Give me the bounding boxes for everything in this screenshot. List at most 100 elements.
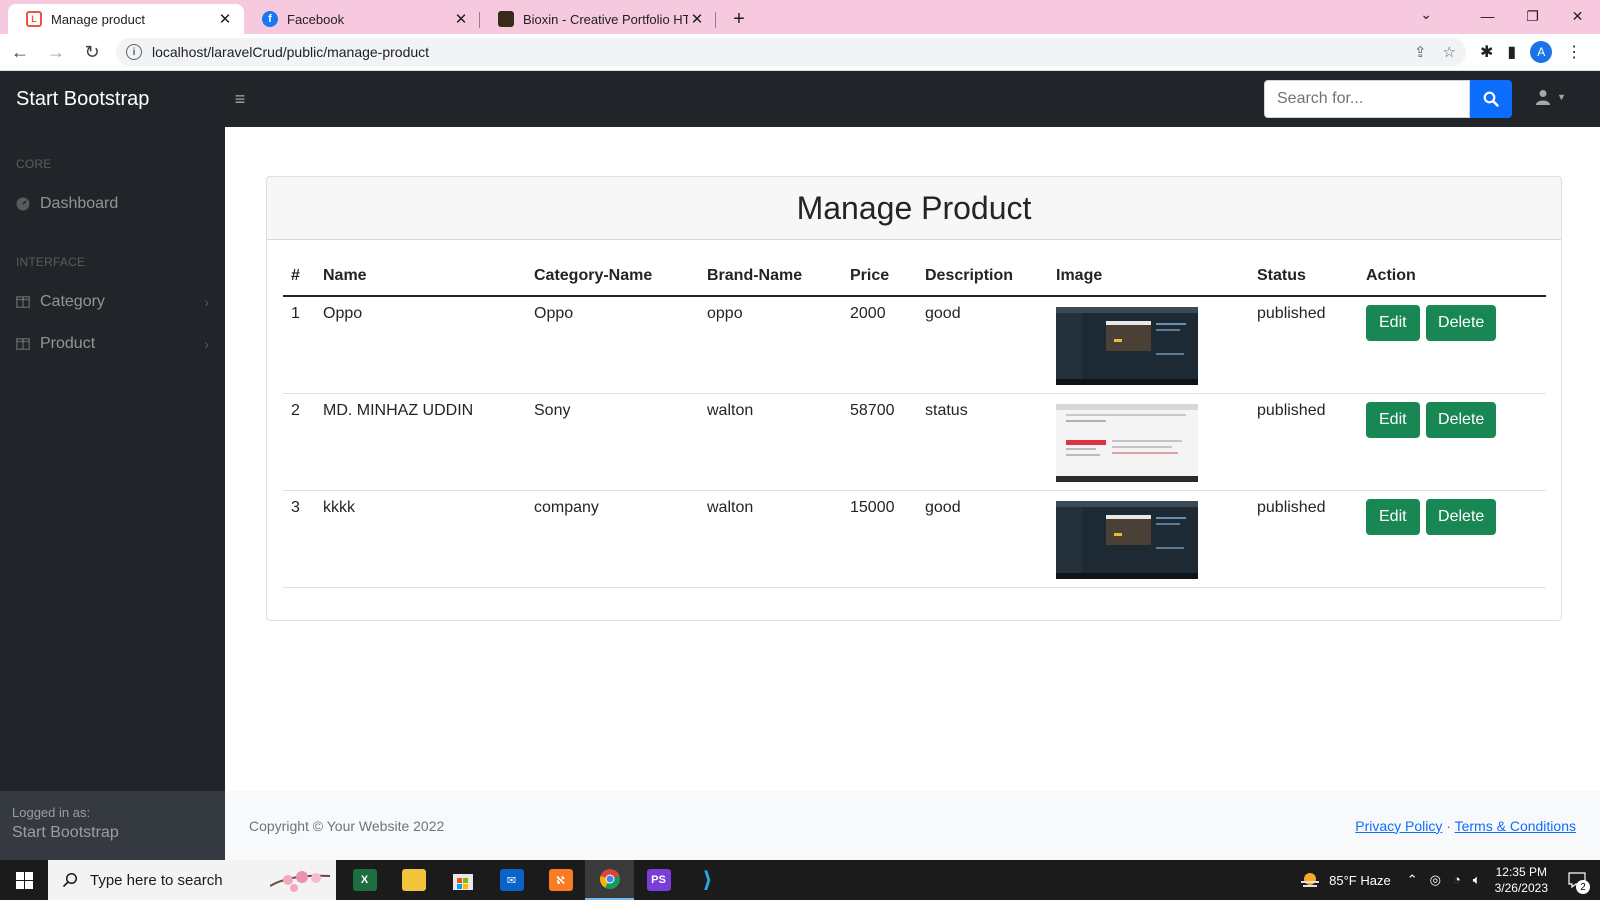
xampp-icon[interactable]: ℵ (536, 860, 585, 900)
chevron-up-icon[interactable]: ⌃ (1407, 872, 1418, 888)
caret-down-icon: ▼ (1557, 92, 1566, 102)
file-explorer-icon[interactable] (389, 860, 438, 900)
user-dropdown[interactable]: ▼ (1535, 89, 1566, 105)
start-button[interactable] (0, 860, 48, 900)
side-panel-icon[interactable]: ▮ (1507, 42, 1516, 62)
cell-status: published (1249, 393, 1358, 491)
notification-count: 2 (1576, 880, 1590, 894)
privacy-policy-link[interactable]: Privacy Policy (1355, 818, 1442, 834)
browser-toolbar: ← → ↻ i localhost/laravelCrud/public/man… (0, 34, 1600, 71)
cell-description: status (917, 393, 1048, 491)
search-input[interactable] (1264, 80, 1470, 118)
close-icon[interactable]: ✕ (452, 10, 470, 28)
bioxin-icon (498, 11, 514, 27)
menu-kebab-icon[interactable]: ⋮ (1566, 42, 1582, 62)
user-icon (1536, 90, 1550, 105)
microsoft-store-icon[interactable] (438, 860, 487, 900)
dashboard-icon (16, 197, 32, 211)
url-text[interactable]: localhost/laravelCrud/public/manage-prod… (152, 44, 1414, 60)
edit-button[interactable]: Edit (1366, 499, 1420, 535)
tab-title: Bioxin - Creative Portfolio HTML (523, 11, 688, 27)
edit-button[interactable]: Edit (1366, 305, 1420, 341)
sidebar-toggle-icon[interactable]: ≡ (225, 89, 255, 110)
volume-icon[interactable]: 🔈︎ (1473, 872, 1481, 888)
window-controls: — ❐ ✕ (1465, 0, 1600, 34)
column-header-action: Action (1358, 256, 1546, 297)
terms-link[interactable]: Terms & Conditions (1455, 818, 1576, 834)
clock-time: 12:35 PM (1495, 865, 1547, 879)
cell-index: 3 (283, 490, 315, 588)
wifi-icon[interactable]: ◔ (1453, 872, 1461, 888)
weather-text: 85°F Haze (1329, 872, 1391, 888)
top-navbar: Start Bootstrap ≡ ▼ (0, 71, 1600, 127)
navbar-brand[interactable]: Start Bootstrap (0, 88, 225, 111)
search-button[interactable] (1470, 80, 1512, 118)
product-thumbnail-light (1056, 404, 1198, 482)
logged-in-label: Logged in as: (12, 805, 91, 820)
cell-brand: walton (699, 490, 842, 588)
phpstorm-icon[interactable]: PS (634, 860, 683, 900)
column-header-description: Description (917, 256, 1048, 297)
window-close-icon[interactable]: ✕ (1555, 0, 1600, 32)
browser-tab-facebook[interactable]: f Facebook ✕ (244, 4, 480, 34)
column-header-status: Status (1249, 256, 1358, 297)
product-thumbnail-dark (1056, 501, 1198, 579)
restore-icon[interactable]: ❐ (1510, 0, 1555, 32)
taskbar-apps: X ✉ ℵ PS ⟩ (340, 860, 732, 900)
meet-now-icon[interactable]: ◎ (1430, 872, 1441, 888)
close-icon[interactable]: ✕ (216, 10, 234, 28)
cell-description: good (917, 296, 1048, 394)
chevron-right-icon: › (204, 336, 209, 352)
table-header-row: # Name Category-Name Brand-Name Price De… (283, 256, 1546, 297)
browser-tab-manage-product[interactable]: L Manage product ✕ (8, 4, 244, 34)
cell-price: 58700 (842, 393, 917, 491)
back-icon[interactable]: ← (4, 36, 36, 68)
delete-button[interactable]: Delete (1426, 305, 1497, 341)
notification-center-icon[interactable]: 2 (1562, 872, 1592, 894)
navbar-search (1264, 80, 1512, 118)
tab-search-icon[interactable]: ⌄ (1420, 6, 1432, 23)
footer-links: Privacy Policy · Terms & Conditions (1355, 818, 1576, 834)
mail-icon[interactable]: ✉ (487, 860, 536, 900)
browser-tab-bioxin[interactable]: Bioxin - Creative Portfolio HTML ✕ (480, 4, 716, 34)
delete-button[interactable]: Delete (1426, 402, 1497, 438)
share-icon[interactable]: ⇪ (1414, 43, 1427, 61)
forward-icon[interactable]: → (40, 36, 72, 68)
bookmark-star-icon[interactable]: ☆ (1443, 43, 1456, 61)
taskbar-clock[interactable]: 12:35 PM 3/26/2023 (1495, 864, 1548, 896)
product-thumbnail-dark (1056, 307, 1198, 385)
address-bar[interactable]: i localhost/laravelCrud/public/manage-pr… (116, 38, 1466, 66)
tab-title: Facebook (287, 11, 345, 27)
excel-icon[interactable]: X (340, 860, 389, 900)
tray-icons: ⌃ ◎ ◔ 🔈︎ (1407, 872, 1481, 888)
site-info-icon[interactable]: i (126, 44, 142, 60)
cell-name: Oppo (315, 296, 526, 394)
minimize-icon[interactable]: — (1465, 0, 1510, 32)
chrome-icon[interactable] (585, 860, 634, 900)
table-row: 1 Oppo Oppo oppo 2000 good published Edi… (283, 296, 1546, 394)
close-icon[interactable]: ✕ (688, 10, 706, 28)
columns-icon (16, 338, 32, 350)
column-header-category: Category-Name (526, 256, 699, 297)
table-row: 2 MD. MINHAZ UDDIN Sony walton 58700 sta… (283, 393, 1546, 491)
card-header: Manage Product (267, 177, 1561, 240)
extensions-icon[interactable]: ✱ (1480, 42, 1493, 62)
vscode-icon[interactable]: ⟩ (683, 860, 732, 900)
weather-widget[interactable]: 85°F Haze (1299, 871, 1391, 889)
profile-avatar[interactable]: A (1530, 41, 1553, 63)
table-row: 3 kkkk company walton 15000 good publish… (283, 490, 1546, 588)
sidebar-item-product[interactable]: Product › (0, 323, 225, 365)
reload-icon[interactable]: ↻ (76, 36, 108, 68)
sidebar-item-label: Dashboard (40, 195, 119, 212)
sidebar-item-category[interactable]: Category › (0, 281, 225, 323)
taskbar-search[interactable]: Type here to search (48, 860, 336, 900)
edit-button[interactable]: Edit (1366, 402, 1420, 438)
cell-brand: oppo (699, 296, 842, 394)
cell-brand: walton (699, 393, 842, 491)
new-tab-button[interactable]: + (724, 4, 754, 34)
chevron-right-icon: › (204, 294, 209, 310)
delete-button[interactable]: Delete (1426, 499, 1497, 535)
sidebar-footer: Logged in as: Start Bootstrap (0, 791, 225, 860)
sidebar-item-dashboard[interactable]: Dashboard (0, 183, 225, 225)
column-header-index: # (283, 256, 315, 297)
